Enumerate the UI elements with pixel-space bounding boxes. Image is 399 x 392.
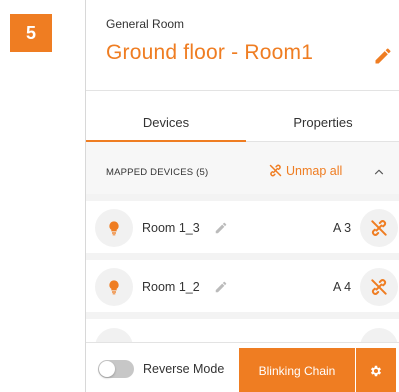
device-address: A 3: [333, 221, 352, 235]
unlink-icon: [371, 220, 387, 236]
reverse-mode-label: Reverse Mode: [143, 362, 225, 376]
unmap-device-button[interactable]: [360, 268, 398, 306]
unmap-all-button[interactable]: Unmap all: [268, 163, 342, 178]
lightbulb-icon: [109, 221, 119, 236]
edit-device-pencil-icon[interactable]: [214, 221, 228, 235]
edit-device-pencil-icon[interactable]: [214, 280, 228, 294]
edit-pencil-icon[interactable]: [373, 46, 393, 66]
unmap-all-label: Unmap all: [286, 163, 343, 178]
footer-bar: Reverse Mode Blinking Chain: [86, 342, 399, 392]
chevron-up-icon[interactable]: [372, 165, 386, 179]
blinking-chain-button[interactable]: Blinking Chain: [239, 348, 355, 392]
toggle-knob: [99, 361, 115, 377]
reverse-mode-toggle[interactable]: [98, 360, 134, 378]
lightbulb-icon: [109, 280, 119, 295]
device-name: Room 1_3: [142, 221, 200, 235]
mapped-devices-title: MAPPED DEVICES (5): [106, 167, 209, 178]
unlink-icon: [269, 164, 282, 177]
row-separator: [86, 312, 399, 319]
header-divider: [86, 90, 399, 91]
device-icon-button[interactable]: [95, 268, 133, 306]
row-separator: [86, 194, 399, 201]
room-panel: General Room Ground floor - Room1 Device…: [85, 0, 399, 392]
unmap-device-button[interactable]: [360, 209, 398, 247]
row-separator: [86, 253, 399, 260]
room-name-title: Ground floor - Room1: [106, 41, 314, 64]
device-name: Room 1_2: [142, 280, 200, 294]
tab-properties[interactable]: Properties: [246, 115, 399, 130]
device-address: A 4: [333, 280, 352, 294]
step-badge: 5: [10, 14, 52, 52]
unlink-icon: [371, 279, 387, 295]
device-row[interactable]: Room 1_2 A 4: [86, 260, 399, 312]
settings-button[interactable]: [356, 348, 396, 392]
tab-devices[interactable]: Devices: [86, 115, 246, 130]
gear-icon: [370, 365, 382, 376]
room-type-label: General Room: [106, 17, 185, 31]
device-icon-button[interactable]: [95, 209, 133, 247]
device-row[interactable]: Room 1_3 A 3: [86, 201, 399, 253]
